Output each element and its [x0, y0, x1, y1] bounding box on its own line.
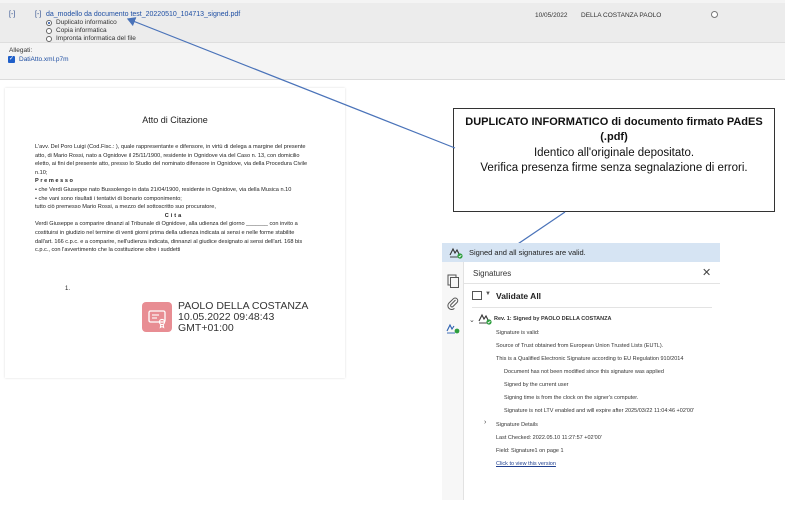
paperclip-icon[interactable]	[446, 296, 460, 310]
chevron-down-icon[interactable]: ⌄	[469, 316, 475, 324]
view-version-link[interactable]: Click to view this version	[496, 461, 556, 467]
signature-detail: Signing time is from the clock on the si…	[504, 395, 639, 401]
signature-detail: Signature is not LTV enabled and will ex…	[504, 408, 695, 414]
tool-rail	[442, 262, 464, 500]
validate-all-button[interactable]: Validate All	[496, 291, 541, 301]
signature-valid-icon	[449, 247, 463, 259]
signature-detail: Signed by the current user	[504, 382, 569, 388]
chevron-right-icon[interactable]: ›	[484, 419, 486, 426]
close-icon[interactable]: ✕	[702, 266, 711, 279]
arrow-to-file	[126, 17, 456, 149]
signature-detail: Signature is valid:	[496, 330, 540, 336]
validate-all-row[interactable]: ▼ Validate All	[464, 287, 720, 305]
signature-detail: Source of Trust obtained from European U…	[496, 343, 664, 349]
options-menu-icon[interactable]	[472, 291, 482, 300]
signature-details-toggle[interactable]: Signature Details	[496, 422, 538, 428]
signature-detail: Document has not been modified since thi…	[504, 369, 664, 375]
signature-pen-icon[interactable]	[446, 320, 460, 334]
signature-detail: This is a Qualified Electronic Signature…	[496, 356, 684, 362]
signatures-panel: Signatures ✕ ▼ Validate All ⌄ Rev. 1: Si…	[464, 262, 720, 500]
signature-status-banner: Signed and all signatures are valid.	[442, 243, 720, 262]
signature-field: Field: Signature1 on page 1	[496, 448, 564, 454]
revision-title[interactable]: Rev. 1: Signed by PAOLO DELLA COSTANZA	[494, 316, 611, 322]
copy-pages-icon[interactable]	[446, 274, 460, 288]
divider	[472, 307, 712, 308]
panel-title: Signatures	[473, 269, 512, 278]
signature-status-text: Signed and all signatures are valid.	[469, 248, 586, 257]
signatures-panel-header: Signatures ✕	[464, 262, 720, 284]
last-checked: Last Checked: 2022.05.10 11:27:57 +02'00…	[496, 435, 602, 441]
signature-valid-icon	[478, 313, 492, 325]
chevron-down-icon[interactable]: ▼	[485, 291, 491, 297]
